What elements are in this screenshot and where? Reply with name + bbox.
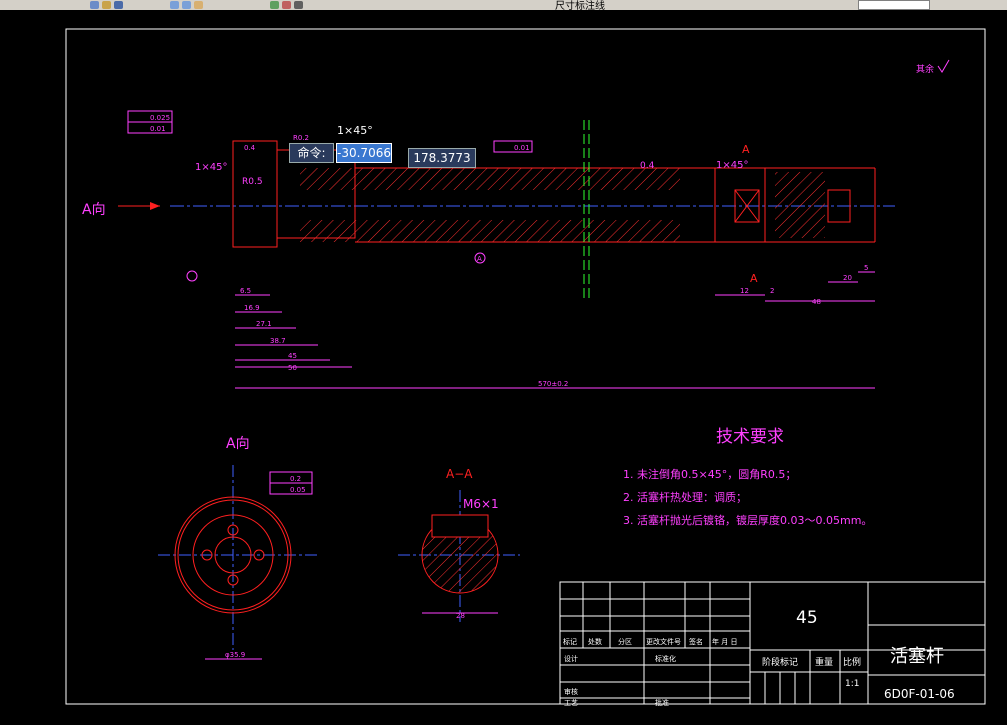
hatch-right — [775, 172, 825, 238]
section-slot — [431, 514, 489, 538]
tech-title: 技术要求 — [716, 427, 784, 447]
dim-27-1: 27.1 — [256, 320, 272, 328]
chamfer-label-1: 1×45° — [195, 162, 227, 173]
dim-570: 570±0.2 — [538, 380, 568, 388]
tb-approve: 批准 — [655, 698, 669, 707]
toolbar-group-2 — [170, 0, 203, 9]
tb-label-doc: 更改文件号 — [646, 637, 681, 646]
tech-item-2: 2. 活塞杆热处理：调质； — [623, 490, 747, 504]
chamfer-label-2: 1×45° — [337, 124, 373, 137]
tolerance-3: 0.01 — [514, 144, 530, 152]
zoom-in-icon[interactable] — [170, 0, 179, 9]
zoom-out-icon[interactable] — [182, 0, 191, 9]
tb-weight: 重量 — [815, 656, 833, 668]
tb-standardize: 标准化 — [655, 654, 676, 663]
command-input[interactable]: -30.7066 — [336, 143, 392, 163]
hatch-bottom — [300, 220, 680, 242]
dim-38-7: 38.7 — [270, 337, 286, 345]
toolbar-group-1 — [90, 0, 123, 9]
layer-icon[interactable] — [282, 0, 291, 9]
tb-label-count: 处数 — [588, 637, 602, 646]
drawing-no-text: 6D0F-01-06 — [884, 687, 955, 701]
tb-process: 工艺 — [564, 699, 578, 707]
dim-45: 45 — [288, 352, 297, 360]
drawing-frame — [65, 28, 986, 705]
direction-arrowhead — [150, 202, 160, 210]
tb-label-sign: 签名 — [689, 637, 703, 646]
tb-label-zone: 分区 — [618, 637, 632, 646]
new-icon[interactable] — [90, 0, 99, 9]
tb-review: 审核 — [564, 687, 578, 696]
direction-label: A向 — [82, 202, 106, 218]
radius-label-2: R0.2 — [293, 134, 309, 142]
roughness-symbol — [937, 59, 950, 73]
tb-scale-label: 比例 — [843, 656, 861, 668]
drawing-svg: 其余 A向 0.025 0.01 0.01 A 1×45° 1×45° 1×45… — [65, 28, 986, 707]
dim-20: 20 — [843, 274, 852, 282]
tb-label-mark: 标记 — [563, 637, 577, 646]
material-text: 45 — [796, 608, 818, 628]
dim-50: 50 — [288, 364, 297, 372]
tech-item-1: 1. 未注倒角0.5×45°，圆角R0.5； — [623, 467, 796, 481]
dim-6-5: 6.5 — [240, 287, 251, 295]
tb-label-date: 年 月 日 — [712, 637, 737, 646]
view-a-dim: φ35.9 — [225, 651, 245, 659]
section-label-top: A — [742, 143, 750, 156]
dimension-lines — [235, 271, 875, 389]
part-name-text: 活塞杆 — [890, 646, 944, 667]
section-label-bottom: A — [750, 272, 758, 285]
command-label: 命令: — [289, 143, 334, 163]
dim-2: 2 — [770, 287, 774, 295]
tb-design: 设计 — [564, 654, 578, 663]
thread-label: M6×1 — [463, 497, 499, 511]
linetype-combo[interactable] — [858, 0, 930, 10]
dim-5: 5 — [864, 264, 868, 272]
radius-label-1: R0.5 — [242, 177, 263, 187]
properties-icon[interactable] — [270, 0, 279, 9]
roughness-label-1: 0.4 — [244, 144, 256, 152]
pan-icon[interactable] — [194, 0, 203, 9]
table-icon[interactable] — [294, 0, 303, 9]
roughness-label-2: 0.4 — [640, 161, 655, 171]
dim-48: 48 — [812, 298, 821, 306]
roughness-note: 其余 — [916, 63, 934, 75]
tolerance-1: 0.025 — [150, 114, 170, 122]
tolerance-2: 0.01 — [150, 125, 166, 133]
dim-16-9: 16.9 — [244, 304, 260, 312]
datum-circle-left — [186, 270, 198, 282]
dim-12: 12 — [740, 287, 749, 295]
tb-scale: 1:1 — [845, 679, 859, 689]
section-dim: 28 — [456, 612, 465, 620]
view-a-label: A向 — [226, 436, 250, 452]
drawing-canvas[interactable]: 其余 A向 0.025 0.01 0.01 A 1×45° 1×45° 1×45… — [0, 10, 1007, 721]
view-a-tol: 0.2 — [290, 475, 301, 483]
datum-label: A — [477, 255, 482, 263]
view-a-tol2: 0.05 — [290, 486, 306, 494]
toolbar-group-3 — [270, 0, 303, 9]
chamfer-label-3: 1×45° — [716, 160, 748, 171]
tech-item-3: 3. 活塞杆抛光后镀铬，镀层厚度0.03～0.05mm。 — [623, 513, 872, 527]
tb-stage: 阶段标记 — [762, 656, 798, 668]
open-icon[interactable] — [102, 0, 111, 9]
coordinate-input[interactable]: 178.3773 — [408, 148, 476, 168]
hatch-top — [300, 168, 680, 190]
section-view-label: A−A — [446, 467, 473, 481]
save-icon[interactable] — [114, 0, 123, 9]
